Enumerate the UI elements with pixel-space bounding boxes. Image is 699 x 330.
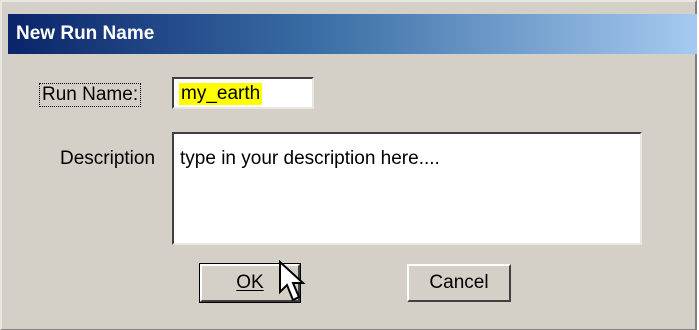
ok-button-label: OK bbox=[236, 272, 264, 293]
dialog-title: New Run Name bbox=[16, 23, 155, 44]
description-textarea[interactable]: type in your description here.... bbox=[172, 132, 642, 245]
mouse-pointer-icon bbox=[279, 260, 306, 302]
cancel-button-label: Cancel bbox=[429, 272, 489, 293]
run-name-label: Run Name: bbox=[38, 83, 142, 107]
new-run-name-dialog: New Run Name Run Name: my_earth Descript… bbox=[0, 0, 697, 330]
cancel-button[interactable]: Cancel bbox=[407, 264, 511, 302]
description-label: Description bbox=[60, 148, 156, 169]
description-value: type in your description here.... bbox=[180, 148, 440, 169]
run-name-value: my_earth bbox=[179, 83, 263, 105]
title-bar[interactable]: New Run Name bbox=[8, 14, 697, 54]
run-name-input[interactable]: my_earth bbox=[172, 77, 314, 109]
